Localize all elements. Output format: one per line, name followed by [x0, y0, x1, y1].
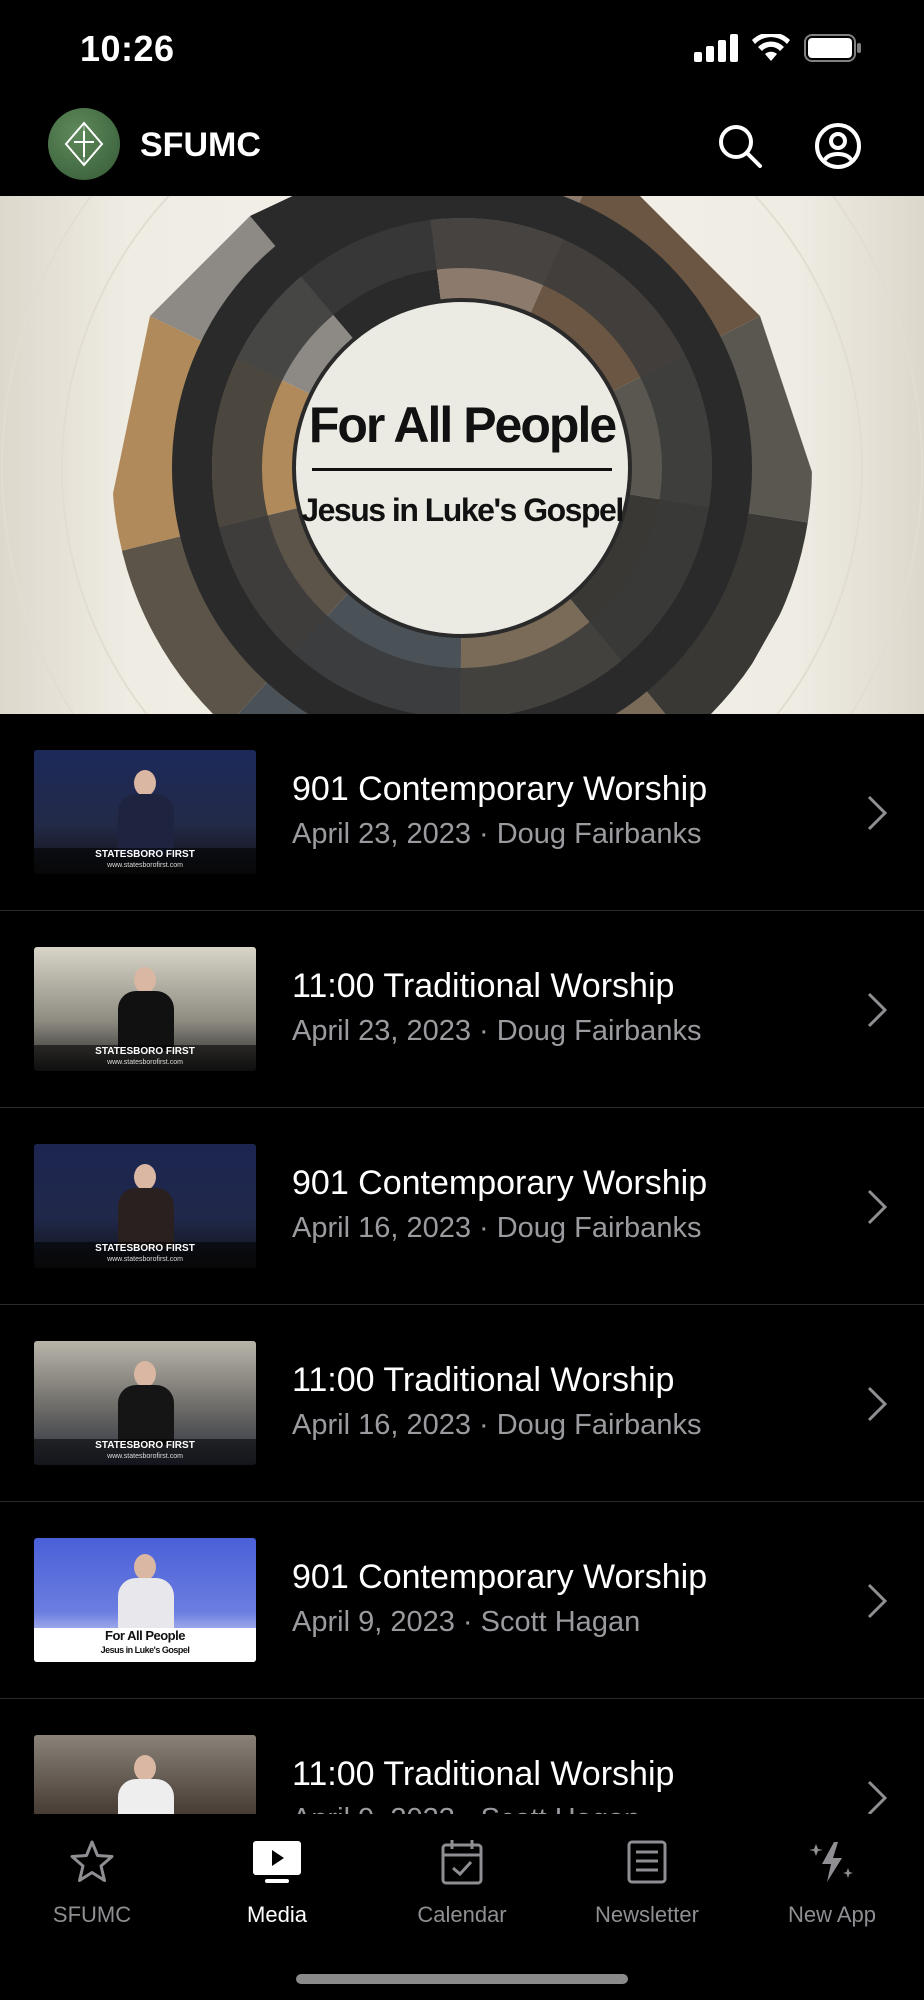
- list-item[interactable]: STATESBORO FIRST www.statesborofirst.com …: [0, 1108, 924, 1305]
- media-date-speaker: April 23, 2023 · Doug Fairbanks: [292, 818, 702, 850]
- thumbnail-branding: STATESBORO FIRST www.statesborofirst.com: [34, 1439, 256, 1465]
- series-title: For All People: [308, 397, 617, 453]
- video-thumbnail: [34, 1735, 256, 1814]
- list-item[interactable]: For All People Jesus in Luke's Gospel 901…: [0, 1502, 924, 1699]
- preacher-figure: [114, 1361, 178, 1445]
- tv-play-icon: [253, 1841, 301, 1883]
- sparkle-bolt-icon: [809, 1842, 853, 1882]
- thumbnail-branding: For All People Jesus in Luke's Gospel: [34, 1628, 256, 1662]
- series-artwork: [1, 196, 923, 714]
- thumbnail-branding: STATESBORO FIRST www.statesborofirst.com: [34, 848, 256, 874]
- media-title: 901 Contemporary Worship: [292, 770, 708, 808]
- tab-label: New App: [787, 1902, 877, 1927]
- media-date-speaker: April 9, 2023 · Scott Hagan: [292, 1606, 641, 1638]
- star-icon: [70, 1840, 114, 1882]
- video-thumbnail: STATESBORO FIRST www.statesborofirst.com: [34, 947, 256, 1071]
- list-item[interactable]: STATESBORO FIRST www.statesborofirst.com …: [0, 1305, 924, 1502]
- tab-media[interactable]: Media: [185, 1834, 369, 1928]
- diamond-cross-icon: [64, 121, 104, 167]
- chevron-right-icon: [867, 1189, 888, 1225]
- home-indicator[interactable]: [296, 1974, 628, 1984]
- calendar-check-icon: [441, 1840, 483, 1885]
- chevron-right-icon: [867, 992, 888, 1028]
- top-app-bar: SFUMC: [0, 100, 924, 196]
- tab-label: SFUMC: [52, 1902, 132, 1927]
- sermon-series-banner[interactable]: For All People Jesus in Luke's Gospel: [0, 196, 924, 714]
- user-circle-icon: [815, 123, 861, 169]
- tab-calendar[interactable]: Calendar: [370, 1834, 554, 1928]
- battery-icon: [804, 34, 861, 62]
- status-time: 10:26: [80, 28, 175, 69]
- preacher-figure: [114, 770, 178, 854]
- media-title: 11:00 Traditional Worship: [292, 967, 675, 1005]
- cellular-signal-icon: [694, 34, 738, 62]
- media-date-speaker: April 16, 2023 · Doug Fairbanks: [292, 1409, 702, 1441]
- media-date-speaker: April 9, 2023 · Scott Hagan: [292, 1803, 640, 1814]
- media-title: 11:00 Traditional Worship: [292, 1361, 675, 1399]
- media-title: 901 Contemporary Worship: [292, 1558, 708, 1596]
- tab-label: Newsletter: [595, 1902, 699, 1927]
- bottom-tab-bar: SFUMC Media Calendar Newsletter New App: [0, 1814, 924, 2000]
- chevron-right-icon: [867, 1780, 888, 1814]
- media-date-speaker: April 23, 2023 · Doug Fairbanks: [292, 1015, 702, 1047]
- status-bar: 10:26: [0, 0, 924, 100]
- media-title: 901 Contemporary Worship: [292, 1164, 708, 1202]
- media-title: 11:00 Traditional Worship: [292, 1755, 675, 1793]
- tab-newsletter[interactable]: Newsletter: [555, 1834, 739, 1928]
- thumbnail-branding: STATESBORO FIRST www.statesborofirst.com: [34, 1045, 256, 1071]
- search-button[interactable]: [714, 120, 766, 172]
- list-item[interactable]: STATESBORO FIRST www.statesborofirst.com …: [0, 911, 924, 1108]
- account-button[interactable]: [812, 120, 864, 172]
- tab-label: Media: [247, 1902, 307, 1927]
- chevron-right-icon: [867, 795, 888, 831]
- video-thumbnail: For All People Jesus in Luke's Gospel: [34, 1538, 256, 1662]
- tab-new-app[interactable]: New App: [740, 1834, 924, 1928]
- list-item[interactable]: 11:00 Traditional Worship April 9, 2023 …: [0, 1699, 924, 1814]
- video-thumbnail: STATESBORO FIRST www.statesborofirst.com: [34, 1144, 256, 1268]
- status-icons: [694, 34, 862, 62]
- series-subtitle: Jesus in Luke's Gospel: [301, 492, 624, 528]
- preacher-figure: [114, 1755, 178, 1814]
- chevron-right-icon: [867, 1386, 888, 1422]
- church-logo[interactable]: [48, 108, 120, 180]
- preacher-figure: [114, 1164, 178, 1248]
- thumbnail-branding: STATESBORO FIRST www.statesborofirst.com: [34, 1242, 256, 1268]
- tab-label: Calendar: [417, 1902, 507, 1927]
- chevron-right-icon: [867, 1583, 888, 1619]
- series-divider: [312, 468, 612, 471]
- video-thumbnail: STATESBORO FIRST www.statesborofirst.com: [34, 1341, 256, 1465]
- preacher-figure: [114, 967, 178, 1051]
- video-thumbnail: STATESBORO FIRST www.statesborofirst.com: [34, 750, 256, 874]
- media-date-speaker: April 16, 2023 · Doug Fairbanks: [292, 1212, 702, 1244]
- newsletter-icon: [627, 1840, 667, 1884]
- preacher-figure: [114, 1554, 178, 1638]
- wifi-icon: [752, 34, 790, 61]
- media-list: STATESBORO FIRST www.statesborofirst.com …: [0, 714, 924, 1814]
- app-title: SFUMC: [140, 126, 261, 164]
- tab-sfumc[interactable]: SFUMC: [0, 1834, 184, 1928]
- list-item[interactable]: STATESBORO FIRST www.statesborofirst.com …: [0, 714, 924, 911]
- search-icon: [719, 125, 762, 168]
